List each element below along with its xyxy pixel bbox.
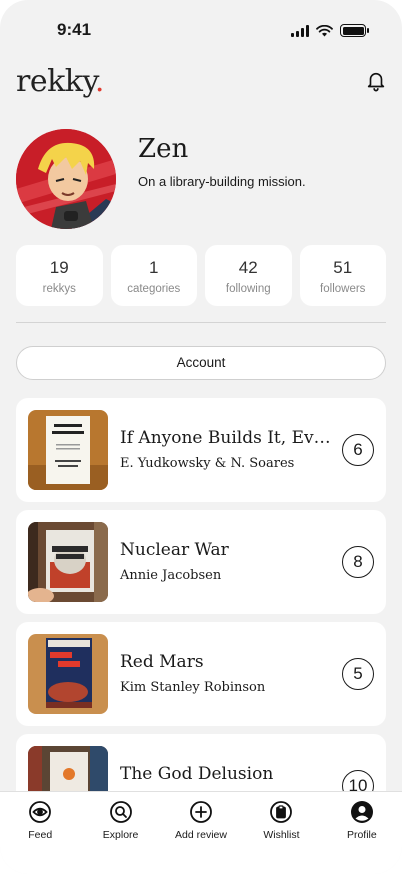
tab-label: Profile [346,829,377,841]
avatar[interactable] [16,129,116,229]
stat-label: following [225,283,271,295]
book-card[interactable]: Red Mars Kim Stanley Robinson 5 [16,622,386,726]
search-icon [109,801,132,823]
book-author: Annie Jacobsen [120,568,222,583]
stat-categories[interactable]: 1 categories [110,245,197,306]
status-bar: 9:41 [0,0,402,54]
battery-icon [340,24,369,37]
book-cover [28,522,108,602]
bell-icon[interactable] [365,70,387,92]
app-logo: rekky. [16,64,104,99]
stat-value: 1 [149,258,159,277]
profile-name: Zen [138,134,189,164]
wifi-icon [316,24,333,36]
tab-wishlist[interactable]: Wishlist [241,792,321,874]
book-title: If Anyone Builds It, Eve... [120,428,332,448]
book-title: Nuclear War [120,540,229,560]
clipboard-icon [270,801,293,823]
book-author: Kim Stanley Robinson [120,680,266,695]
status-icons [291,24,369,37]
stat-rekkys[interactable]: 19 rekkys [16,245,103,306]
plus-circle-icon [190,801,212,823]
book-cover [28,410,108,490]
tab-label: Wishlist [263,829,300,841]
stats-row: 19 rekkys 1 categories 42 following 51 f… [16,245,386,306]
stat-label: categories [127,283,181,295]
book-score: 5 [342,658,374,690]
signal-icon [291,24,309,37]
book-cover [28,634,108,714]
stat-value: 19 [49,258,69,277]
phone-screen: 9:41 rekky. Zen On a library-building mi… [0,0,402,874]
book-score: 6 [342,434,374,466]
profile-bio: On a library-building mission. [138,174,306,189]
tab-label: Explore [102,829,139,841]
book-card[interactable]: If Anyone Builds It, Eve... E. Yudkowsky… [16,398,386,502]
account-button[interactable]: Account [16,346,386,380]
stat-followers[interactable]: 51 followers [299,245,386,306]
tab-label: Feed [28,829,53,841]
stat-value: 51 [333,258,353,277]
stat-label: followers [320,283,366,295]
tab-label: Add review [175,829,227,841]
tab-feed[interactable]: Feed [0,792,80,874]
tab-bar: Feed Explore Add review Wishlist Profile [0,791,402,874]
book-card[interactable]: Nuclear War Annie Jacobsen 8 [16,510,386,614]
stat-following[interactable]: 42 following [205,245,292,306]
stat-label: rekkys [42,283,76,295]
tab-profile[interactable]: Profile [322,792,402,874]
stat-value: 42 [238,258,258,277]
book-author: E. Yudkowsky & N. Soares [120,456,295,471]
tab-add-review[interactable]: Add review [161,792,241,874]
eye-icon [29,801,52,823]
status-time: 9:41 [57,20,92,39]
book-title: The God Delusion [120,764,274,784]
book-score: 8 [342,546,374,578]
book-title: Red Mars [120,652,204,672]
divider [16,322,386,323]
tab-explore[interactable]: Explore [80,792,160,874]
user-icon [350,801,373,823]
